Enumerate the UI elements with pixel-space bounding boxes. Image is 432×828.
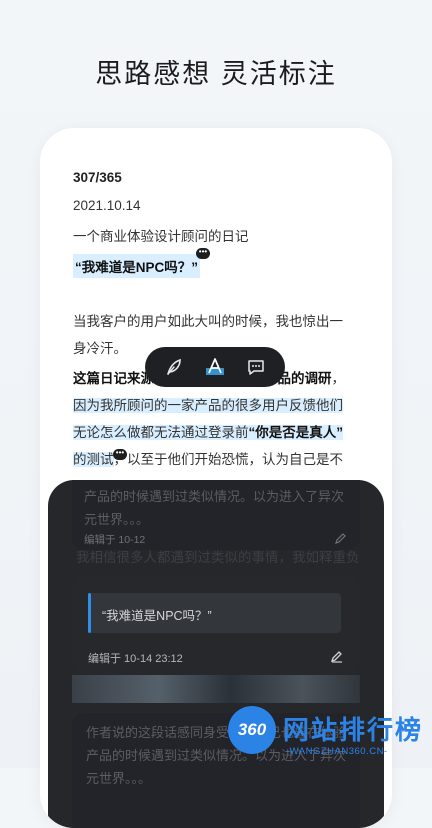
bold-text: 这篇日记来源	[73, 371, 154, 386]
page-headline: 思路感想 灵活标注	[95, 59, 337, 89]
quoted-text: “我难道是NPC吗？”	[102, 609, 212, 623]
paragraph-1-line-1: 当我客户的用户如此大叫的时候，我也惊出一	[73, 314, 343, 329]
paragraph-2-line-3[interactable]: 无论怎么做都无法通过登录前“你是否是真人”	[73, 419, 373, 446]
highlighted-quote[interactable]: “我难道是NPC吗？”	[73, 254, 201, 278]
quote-accent-bar	[88, 593, 91, 633]
selection-toolbar	[145, 347, 285, 387]
watermark-url: -WANGZHAN360.CN-	[286, 746, 388, 757]
note-photo	[72, 675, 360, 703]
note-text: 产品的时候遇到过类似情况。以为进入了异次元世界。。。	[84, 489, 345, 527]
feather-icon[interactable]	[160, 353, 188, 381]
watermark-badge: 360	[228, 706, 276, 754]
comment-icon[interactable]	[242, 353, 270, 381]
entry-counter: 307/365	[73, 170, 122, 185]
comma: ，	[331, 371, 346, 386]
highlighted-text[interactable]: 因为我所顾问的一家产品的很多用户反馈他们	[73, 398, 343, 413]
background-text: 我相信很多人都遇到过类似的事情，我如释重负	[76, 550, 360, 565]
highlighted-bold-text[interactable]: “你是否是真人”	[248, 425, 343, 440]
notes-panel: 产品的时候遇到过类似情况。以为进入了异次元世界。。。 编辑于 10-12 我相信…	[48, 480, 384, 828]
entry-date: 2021.10.14	[73, 198, 141, 213]
note-edit-time: 编辑于 10-14 23:12	[88, 653, 183, 665]
edit-icon[interactable]	[330, 649, 344, 663]
quoted-passage: “我难道是NPC吗？”	[88, 593, 341, 633]
highlight-icon[interactable]	[201, 353, 229, 381]
watermark-name: 网站排行榜	[283, 715, 424, 745]
note-card-previous[interactable]: 产品的时候遇到过类似情况。以为进入了异次元世界。。。 编辑于 10-12	[72, 480, 360, 550]
comment-bubble-icon[interactable]: •••	[196, 248, 210, 259]
site-watermark: 360 网站排行榜 -WANGZHAN360.CN-	[228, 702, 432, 768]
highlighted-text[interactable]: 无论怎么做都无法通过登录前	[73, 425, 249, 440]
note-card-active[interactable]: “我难道是NPC吗？” 编辑于 10-14 23:12	[72, 575, 360, 675]
highlighted-text[interactable]: 的测试	[73, 452, 114, 467]
edit-icon[interactable]	[334, 531, 348, 545]
plain-text: ，以至于他们开始恐慌，认为自己是不	[113, 452, 344, 467]
entry-title: 一个商业体验设计顾问的日记	[73, 229, 249, 244]
paragraph-2-line-2[interactable]: 因为我所顾问的一家产品的很多用户反馈他们	[73, 392, 373, 419]
comment-bubble-icon[interactable]: •••	[113, 449, 127, 460]
note-edit-time: 编辑于 10-12	[84, 534, 146, 546]
